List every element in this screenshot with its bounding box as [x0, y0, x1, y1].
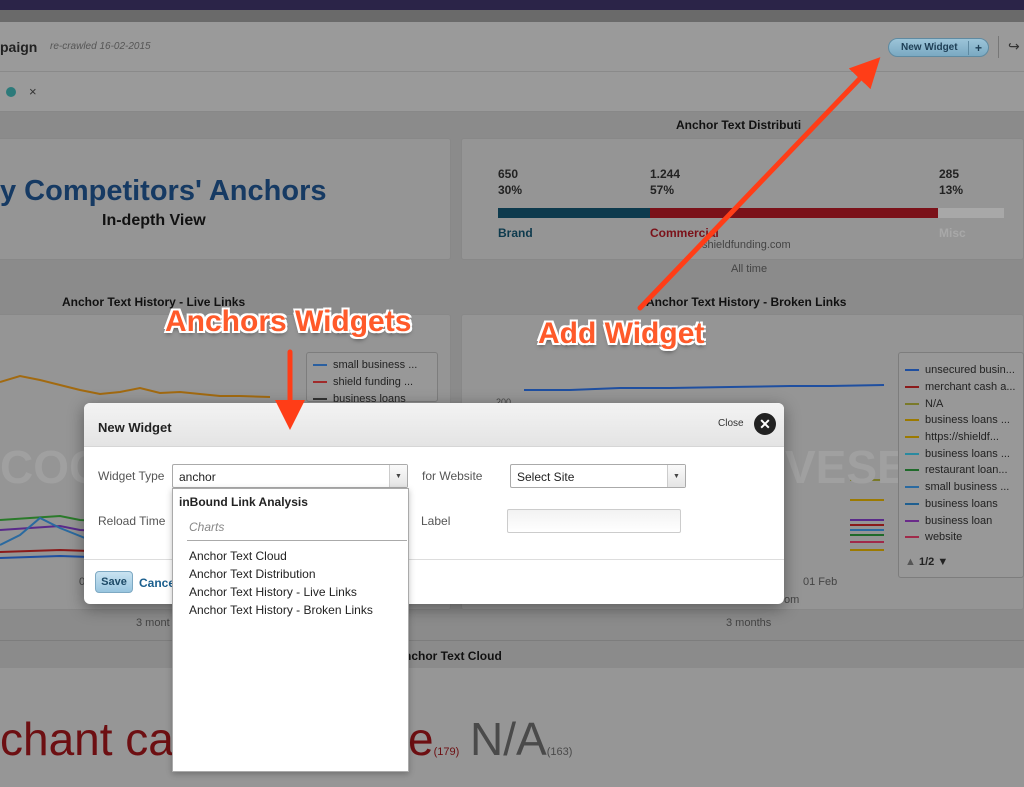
- annotation-anchors-widgets: Anchors Widgets: [165, 305, 412, 338]
- add-widget-arrow: [637, 57, 881, 311]
- annotation-add-widget: Add Widget: [538, 317, 705, 350]
- annotation-arrows: [275, 57, 881, 430]
